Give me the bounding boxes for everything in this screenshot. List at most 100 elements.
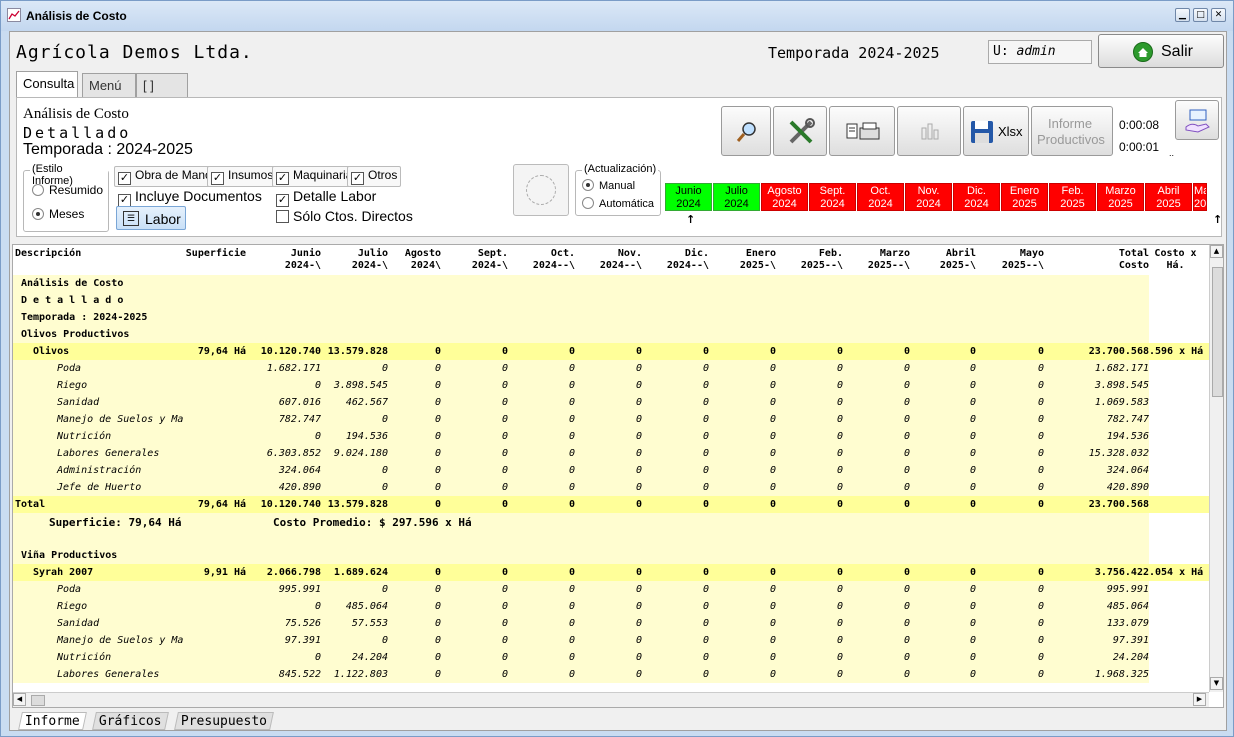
radio-automatica[interactable]: Automática — [582, 197, 654, 210]
table-row[interactable]: Jefe de Huerto 420.890 0 0 0 0 0 0 0 0 0 0 0 420.890 — [13, 479, 1209, 496]
month-button[interactable]: Marzo 2025 — [1097, 183, 1144, 211]
column-header[interactable]: Sept. 2024-\ — [442, 248, 508, 272]
table-row[interactable]: D e t a l l a d o — [13, 292, 1209, 309]
horizontal-scrollbar[interactable]: ◀ ▶ — [13, 692, 1209, 707]
header-line2: 2025-\ — [939, 260, 976, 271]
column-header[interactable]: Oct. 2024--\ — [509, 248, 575, 272]
user-name: admin — [1016, 44, 1056, 59]
informe-productivos-button[interactable]: Informe Productivos — [1031, 106, 1113, 156]
month-button[interactable]: Oct. 2024 — [857, 183, 904, 211]
month-button[interactable]: Julio 2024 — [713, 183, 760, 211]
close-button[interactable]: ✕ — [1211, 8, 1226, 22]
table-row[interactable]: Viña Productivos — [13, 547, 1209, 564]
column-header[interactable]: Total Costo — [1083, 248, 1149, 272]
month-button[interactable]: Agosto 2024 — [761, 183, 808, 211]
tab-blank[interactable]: [ ] — [136, 73, 188, 97]
column-header[interactable]: Nov. 2024--\ — [576, 248, 642, 272]
labor-name: Jefe de Huerto — [57, 482, 142, 493]
scroll-up-icon[interactable]: ▲ — [1210, 245, 1223, 258]
table-row[interactable]: Syrah 2007 9,91 Há 2.066.798 1.689.624 0 0 0 0 0… — [13, 564, 1209, 581]
scroll-down-icon[interactable]: ▼ — [1210, 677, 1223, 690]
table-row[interactable]: Riego 0 485.064 0 0 0 0 0 0 0 0 0 0 485.064 — [13, 598, 1209, 615]
month-value: 0 — [501, 363, 508, 374]
table-row[interactable]: Riego 0 3.898.545 0 0 0 0 0 0 0 0 0 0 3.898.545 — [13, 377, 1209, 394]
print-button[interactable] — [829, 106, 895, 156]
minimize-button[interactable]: ▁ — [1175, 8, 1190, 22]
checkbox-incluye-documentos[interactable]: ✓ Incluye Documentos — [118, 188, 262, 207]
month-button[interactable]: Feb. 2025 — [1049, 183, 1096, 211]
chart-button[interactable] — [897, 106, 961, 156]
column-header[interactable]: Costo x Há. — [1148, 248, 1203, 272]
table-row[interactable]: Manejo de Suelos y Ma 782.747 0 0 0 0 0 0 0 0 0 0 0 7… — [13, 411, 1209, 428]
radio-meses[interactable]: Meses — [32, 207, 84, 221]
table-row[interactable]: Labores Generales 6.303.852 9.024.180 0 0 0 0 0… — [13, 445, 1209, 462]
refresh-spinner[interactable] — [513, 164, 569, 216]
table-row[interactable]: Olivos Productivos — [13, 326, 1209, 343]
table-row[interactable]: Análisis de Costo — [13, 275, 1209, 292]
exit-button[interactable]: Salir — [1098, 34, 1224, 68]
month-button[interactable]: Ma20 — [1193, 183, 1207, 211]
month-button[interactable]: Enero 2025 — [1001, 183, 1048, 211]
table-row[interactable]: Labores Generales 845.522 1.122.803 0 0 0 0 0 0 0… — [13, 666, 1209, 683]
table-row[interactable]: Administración 324.064 0 0 0 0 0 0 0 0 0 0 0 324.064 — [13, 462, 1209, 479]
table-row[interactable]: Poda 1.682.171 0 0 0 0 0 0 0 0 0 0 0 1.682.171 — [13, 360, 1209, 377]
table-row[interactable]: Manejo de Suelos y Ma 97.391 0 0 0 0 0 0 0 0 0 0 0 97… — [13, 632, 1209, 649]
radio-manual[interactable]: Manual — [582, 179, 635, 192]
table-row[interactable]: Olivos 79,64 Há 10.120.740 13.579.828 0 0 0 0 0 0… — [13, 343, 1209, 360]
month-year: 2024 — [916, 198, 941, 210]
month-value: 0 — [635, 601, 642, 612]
tab-menu[interactable]: Menú — [82, 73, 136, 97]
month-value: 0 — [568, 567, 575, 578]
month-button[interactable]: Junio 2024 — [665, 183, 712, 211]
search-button[interactable] — [721, 106, 771, 156]
table-row[interactable]: Nutrición 0 24.204 0 0 0 0 0 0 0 0 0 0 24.204 — [13, 649, 1209, 666]
column-header[interactable]: Dic. 2024--\ — [643, 248, 709, 272]
total-cost: 24.204 — [1112, 652, 1149, 663]
checkbox-insumos[interactable]: ✓ Insumos — [207, 166, 278, 187]
checkbox-solo-ctos-directos[interactable]: Sólo Ctos. Directos — [276, 208, 413, 224]
column-header[interactable]: Superficie — [180, 248, 246, 260]
column-header[interactable]: Abril 2025-\ — [910, 248, 976, 272]
month-button[interactable]: Abril 2025 — [1145, 183, 1192, 211]
maximize-button[interactable]: □ — [1193, 8, 1208, 22]
vertical-scrollbar[interactable]: ▲ ▼ — [1209, 245, 1223, 692]
table-row[interactable] — [13, 530, 1209, 547]
month-name: Dic. — [967, 185, 986, 197]
payment-button[interactable] — [1175, 100, 1219, 140]
column-header[interactable]: Agosto 2024\ — [375, 248, 441, 272]
table-row[interactable]: Total 79,64 Há 10.120.740 13.579.828 0 0 0 0 0 0 0… — [13, 496, 1209, 513]
scroll-left-icon[interactable]: ◀ — [13, 693, 26, 706]
table-row[interactable]: Poda 995.991 0 0 0 0 0 0 0 0 0 0 0 995.991 — [13, 581, 1209, 598]
vertical-scroll-thumb[interactable] — [1212, 267, 1223, 397]
table-row[interactable]: Sanidad 75.526 57.553 0 0 0 0 0 0 0 0 0 0 133.079 — [13, 615, 1209, 632]
month-button[interactable]: Nov. 2024 — [905, 183, 952, 211]
table-row[interactable]: Nutrición 0 194.536 0 0 0 0 0 0 0 0 0 0 194.536 — [13, 428, 1209, 445]
table-row[interactable]: Temporada : 2024-2025 — [13, 309, 1209, 326]
bar-chart-icon — [921, 123, 939, 140]
checkbox-maquinaria[interactable]: ✓ Maquinaria — [272, 166, 357, 187]
month-button[interactable]: Dic. 2024 — [953, 183, 1000, 211]
column-header[interactable]: Marzo 2025--\ — [844, 248, 910, 272]
tools-button[interactable] — [773, 106, 827, 156]
column-header[interactable]: Descripción — [15, 248, 165, 260]
tab-graficos[interactable]: Gráficos — [92, 712, 169, 730]
checkbox-detalle-labor[interactable]: ✓ Detalle Labor — [276, 188, 376, 207]
scroll-right-icon[interactable]: ▶ — [1193, 693, 1206, 706]
column-header[interactable]: Junio 2024-\ — [255, 248, 321, 272]
table-row[interactable]: Sanidad 607.016 462.567 0 0 0 0 0 0 0 0 0 0 1.069.583 — [13, 394, 1209, 411]
month-button[interactable]: Sept. 2024 — [809, 183, 856, 211]
horizontal-scroll-thumb[interactable] — [31, 695, 45, 706]
tab-informe[interactable]: Informe — [18, 712, 87, 730]
checkbox-otros[interactable]: ✓ Otros — [347, 166, 402, 187]
tab-consulta[interactable]: Consulta — [16, 71, 78, 97]
checkbox-obra-de-mano[interactable]: ✓ Obra de Mano — [114, 166, 216, 187]
table-row[interactable]: Superficie: 79,64 Há Costo Promedio: $ 29… — [13, 513, 1209, 530]
tab-presupuesto[interactable]: Presupuesto — [174, 712, 275, 730]
radio-resumido[interactable]: Resumido — [32, 183, 103, 197]
column-header[interactable]: Enero 2025-\ — [710, 248, 776, 272]
labor-button[interactable]: ☰ Labor — [116, 206, 186, 230]
export-xlsx-button[interactable]: Xlsx — [963, 106, 1029, 156]
column-header[interactable]: Mayo 2025--\ — [978, 248, 1044, 272]
column-header[interactable]: Feb. 2025--\ — [777, 248, 843, 272]
month-value: 0 — [836, 567, 843, 578]
